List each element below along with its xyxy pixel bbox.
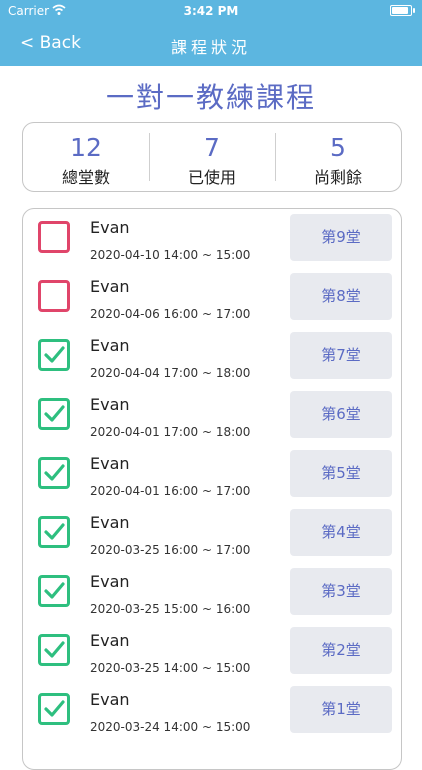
session-time: 2020-04-10 14:00 ~ 15:00: [90, 248, 251, 262]
summary-remaining-value: 5: [330, 133, 346, 162]
session-button[interactable]: 第8堂: [290, 273, 392, 320]
summary-remaining-label: 尚剩餘: [313, 168, 362, 187]
session-row: Evan 2020-03-25 14:00 ~ 15:00 第2堂: [23, 622, 401, 681]
session-row: Evan 2020-04-04 17:00 ~ 18:00 第7堂: [23, 327, 401, 386]
session-time: 2020-03-24 14:00 ~ 15:00: [90, 720, 251, 734]
coach-name: Evan: [90, 218, 130, 237]
session-button[interactable]: 第1堂: [290, 686, 392, 733]
session-row: Evan 2020-04-06 16:00 ~ 17:00 第8堂: [23, 268, 401, 327]
battery-icon: [390, 5, 415, 16]
session-time: 2020-04-04 17:00 ~ 18:00: [90, 366, 251, 380]
session-checkbox-checked[interactable]: [38, 516, 70, 548]
summary-total-label: 總堂數: [61, 168, 110, 187]
session-checkbox-checked[interactable]: [38, 634, 70, 666]
page-title: 一對一教練課程: [105, 81, 316, 114]
session-row: Evan 2020-03-25 15:00 ~ 16:00 第3堂: [23, 563, 401, 622]
session-checkbox-checked[interactable]: [38, 575, 70, 607]
coach-name: Evan: [90, 631, 130, 650]
coach-name: Evan: [90, 572, 130, 591]
session-checkbox-checked[interactable]: [38, 339, 70, 371]
checkmark-icon: [44, 405, 65, 422]
session-row: Evan 2020-04-10 14:00 ~ 15:00 第9堂: [23, 209, 401, 268]
session-checkbox-checked[interactable]: [38, 693, 70, 725]
session-button[interactable]: 第2堂: [290, 627, 392, 674]
summary-used: 7 已使用: [149, 123, 275, 191]
coach-name: Evan: [90, 690, 130, 709]
checkmark-icon: [44, 700, 65, 717]
summary-total: 12 總堂數: [23, 123, 149, 191]
checkmark-icon: [44, 523, 65, 540]
session-checkbox[interactable]: [38, 280, 70, 312]
session-time: 2020-03-25 14:00 ~ 15:00: [90, 661, 251, 675]
session-row: Evan 2020-04-01 17:00 ~ 18:00 第6堂: [23, 386, 401, 445]
coach-name: Evan: [90, 454, 130, 473]
coach-name: Evan: [90, 336, 130, 355]
session-row: Evan 2020-03-25 16:00 ~ 17:00 第4堂: [23, 504, 401, 563]
session-button[interactable]: 第6堂: [290, 391, 392, 438]
session-row: Evan 2020-03-24 14:00 ~ 15:00 第1堂: [23, 681, 401, 740]
session-button[interactable]: 第3堂: [290, 568, 392, 615]
session-button[interactable]: 第5堂: [290, 450, 392, 497]
session-time: 2020-04-01 17:00 ~ 18:00: [90, 425, 251, 439]
session-time: 2020-04-01 16:00 ~ 17:00: [90, 484, 251, 498]
session-list[interactable]: Evan 2020-04-10 14:00 ~ 15:00 第9堂 Evan 2…: [22, 208, 402, 770]
checkmark-icon: [44, 464, 65, 481]
session-button[interactable]: 第4堂: [290, 509, 392, 556]
session-checkbox-checked[interactable]: [38, 457, 70, 489]
session-row: Evan 2020-04-01 16:00 ~ 17:00 第5堂: [23, 445, 401, 504]
checkmark-icon: [44, 346, 65, 363]
session-time: 2020-03-25 15:00 ~ 16:00: [90, 602, 251, 616]
checkmark-icon: [44, 582, 65, 599]
coach-name: Evan: [90, 513, 130, 532]
session-button[interactable]: 第7堂: [290, 332, 392, 379]
nav-title: 課程狀況: [170, 38, 251, 57]
summary-total-value: 12: [70, 133, 102, 162]
session-time: 2020-04-06 16:00 ~ 17:00: [90, 307, 251, 321]
summary-used-value: 7: [204, 133, 220, 162]
summary-remaining: 5 尚剩餘: [275, 123, 401, 191]
status-time: 3:42 PM: [183, 4, 239, 18]
summary-used-label: 已使用: [187, 168, 236, 187]
summary-panel: 12 總堂數 7 已使用 5 尚剩餘: [22, 122, 402, 192]
coach-name: Evan: [90, 277, 130, 296]
nav-header: Carrier 3:42 PM < Back 課程狀況: [0, 0, 422, 66]
session-time: 2020-03-25 16:00 ~ 17:00: [90, 543, 251, 557]
session-checkbox[interactable]: [38, 221, 70, 253]
checkmark-icon: [44, 641, 65, 658]
coach-name: Evan: [90, 395, 130, 414]
status-bar: Carrier 3:42 PM: [0, 0, 422, 22]
session-button[interactable]: 第9堂: [290, 214, 392, 261]
session-checkbox-checked[interactable]: [38, 398, 70, 430]
